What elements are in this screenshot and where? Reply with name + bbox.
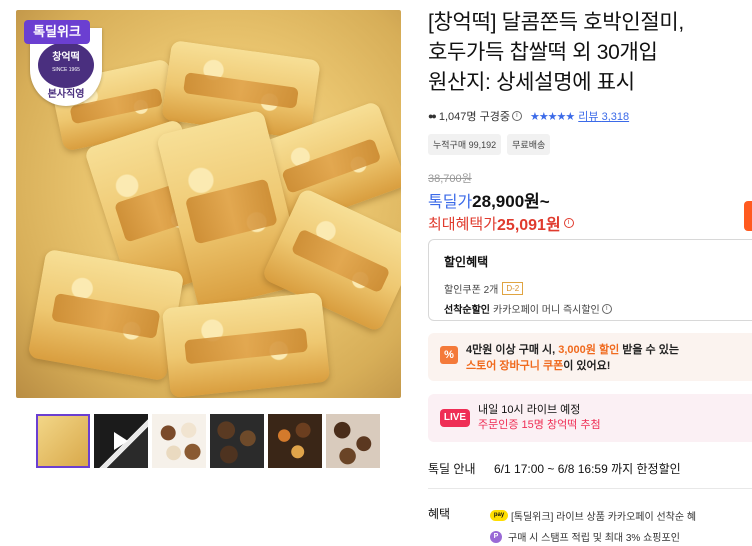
- cart-coupon-text: 4만원 이상 구매 시, 3,000원 할인 받을 수 있는 스토어 장바구니 …: [466, 342, 679, 381]
- play-icon: [114, 432, 128, 450]
- product-info-panel: [창억떡] 달콤쫀득 호박인절미, 호두가득 찹쌀떡 외 30개입 원산지: 상…: [428, 0, 752, 546]
- cart-line2-b: 이 있어요!: [563, 360, 611, 372]
- discount-benefit-box: 할인혜택 할인쿠폰 2개 D-2 선착순할인 카카오페이 머니 즉시할인 i: [428, 239, 752, 321]
- photo-rice-cake: [161, 291, 331, 398]
- review-count: 3,318: [601, 111, 630, 123]
- cart-line1-a: 4만원 이상 구매 시,: [466, 344, 556, 356]
- thumbnail-4[interactable]: [210, 414, 264, 468]
- product-tags: 누적구매 99,192 무료배송: [428, 134, 551, 155]
- review-link[interactable]: 리뷰 3,318: [578, 108, 629, 124]
- photo-rice-cake: [27, 248, 185, 382]
- benefit-item-points[interactable]: P 구매 시 스탬프 적립 및 최대 3% 쇼핑포인: [490, 526, 696, 546]
- first-come-discount-row: 선착순할인 카카오페이 머니 즉시할인 i: [444, 301, 752, 316]
- thumbnail-2-video[interactable]: [94, 414, 148, 468]
- eyes-icon: ●●: [428, 111, 437, 121]
- live-schedule: 내일 10시 라이브 예정: [478, 404, 581, 416]
- coupon-dday-badge: D-2: [502, 282, 524, 295]
- discount-title: 할인혜택: [444, 255, 489, 269]
- benefit-row: 혜택 pay [톡딜위크] 라이브 상품 카카오페이 선착순 혜 P 구매 시 …: [428, 505, 696, 546]
- title-line-3: 원산지: 상세설명에 표시: [428, 71, 635, 94]
- kakaopay-icon: pay: [490, 510, 508, 521]
- product-meta-row: ●● 1,047명 구경중 i ★★★★★ 리뷰 3,318: [428, 108, 629, 124]
- live-broadcast-banner[interactable]: LIVE 내일 10시 라이브 예정 주문인증 15명 창억떡 추첨: [428, 394, 752, 442]
- viewer-count: 1,047명 구경중: [438, 111, 510, 123]
- deal-period: 6/1 17:00 ~ 6/8 16:59 까지 한정할인: [494, 462, 681, 476]
- seal-name: 창억떡: [52, 52, 80, 63]
- side-action-button[interactable]: [744, 201, 752, 231]
- thumbnail-5[interactable]: [268, 414, 322, 468]
- sale-price: 28,900원~: [472, 192, 550, 211]
- point-icon: P: [490, 530, 502, 543]
- max-benefit-price-row: 최대혜택가 25,091원 i: [428, 211, 574, 235]
- cart-line1-b: 3,000원 할인: [558, 344, 620, 356]
- info-icon[interactable]: i: [563, 218, 574, 228]
- title-line-2: 호두가득 찹쌀떡 외 30개입: [428, 41, 658, 64]
- percent-icon: %: [440, 346, 458, 364]
- benefit-item1-text: [톡딜위크] 라이브 상품 카카오페이 선착순 혜: [511, 512, 697, 523]
- first-come-label: 선착순할인: [444, 305, 490, 316]
- sale-price-label: 톡딜가: [428, 194, 473, 211]
- original-price: 38,700원: [428, 173, 472, 185]
- thumbnail-3[interactable]: [152, 414, 206, 468]
- live-raffle: 주문인증 15명 창억떡 추첨: [478, 419, 601, 431]
- review-label: 리뷰: [578, 111, 599, 123]
- tag-free-shipping: 무료배송: [507, 134, 551, 155]
- live-text: 내일 10시 라이브 예정 주문인증 15명 창억떡 추첨: [478, 403, 601, 442]
- thumbnail-1[interactable]: [36, 414, 90, 468]
- coupon-text: 할인쿠폰 2개: [444, 285, 499, 296]
- info-icon[interactable]: i: [511, 111, 522, 121]
- sale-price-row: 톡딜가 28,900원~: [428, 187, 550, 212]
- live-badge: LIVE: [440, 409, 470, 427]
- first-come-text: 카카오페이 머니 즉시할인: [493, 305, 600, 316]
- seal-since: SINCE 1965: [52, 67, 80, 73]
- benefit-item-kakaopay[interactable]: pay [톡딜위크] 라이브 상품 카카오페이 선착순 혜: [490, 505, 696, 526]
- deal-label: 톡딜 안내: [428, 462, 476, 476]
- seal-circle: 창억떡 SINCE 1965: [38, 42, 94, 88]
- benefit-label: 혜택: [428, 507, 451, 521]
- max-benefit-label: 최대혜택가: [428, 215, 498, 233]
- tag-cumulative-purchases: 누적구매 99,192: [428, 134, 502, 155]
- benefit-item2-text: 구매 시 스탬프 적립 및 최대 3% 쇼핑포인: [508, 533, 680, 544]
- seal-footer: 본사직영: [47, 89, 85, 100]
- cart-line1-c: 받을 수 있는: [622, 344, 679, 356]
- talkdeal-info-row: 톡딜 안내 6/1 17:00 ~ 6/8 16:59 까지 한정할인: [428, 460, 681, 477]
- cart-coupon-banner[interactable]: % 4만원 이상 구매 시, 3,000원 할인 받을 수 있는 스토어 장바구…: [428, 333, 752, 381]
- discount-coupon-row[interactable]: 할인쿠폰 2개 D-2: [444, 281, 752, 296]
- divider: [428, 488, 752, 489]
- product-title: [창억떡] 달콤쫀득 호박인절미, 호두가득 찹쌀떡 외 30개입 원산지: 상…: [428, 8, 752, 98]
- benefit-list: pay [톡딜위크] 라이브 상품 카카오페이 선착순 혜 P 구매 시 스탬프…: [490, 505, 696, 546]
- title-line-1: [창억떡] 달콤쫀득 호박인절미,: [428, 11, 684, 34]
- talkdeal-week-badge: 톡딜위크: [24, 20, 90, 44]
- max-benefit-price: 25,091원: [497, 217, 561, 234]
- thumbnail-6[interactable]: [326, 414, 380, 468]
- cart-line2-a: 스토어 장바구니 쿠폰: [466, 360, 564, 372]
- info-icon[interactable]: i: [601, 303, 612, 314]
- rating-stars-icon: ★★★★★: [529, 110, 575, 123]
